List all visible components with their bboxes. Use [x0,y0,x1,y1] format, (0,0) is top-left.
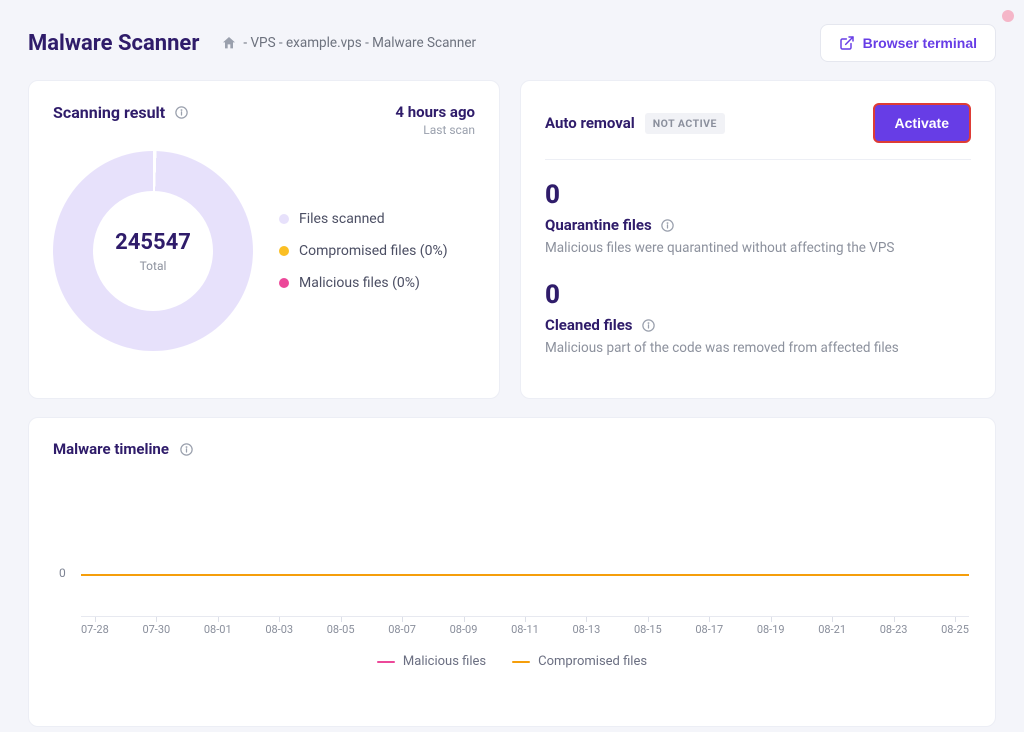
legend-scanned: Files scanned [279,211,448,227]
cleaned-desc: Malicious part of the code was removed f… [545,340,971,356]
x-tick: 07-30 [142,623,170,636]
info-icon[interactable] [179,441,195,457]
scanning-result-title: Scanning result [53,103,165,122]
legend-malicious-label: Malicious files (0%) [299,275,420,291]
x-tick: 08-17 [695,623,723,636]
scan-total-label: Total [140,259,167,273]
scan-donut-chart: 245547 Total [53,151,253,351]
quarantine-desc: Malicious files were quarantined without… [545,240,971,256]
external-link-icon [839,35,855,51]
scanning-result-card: Scanning result 4 hours ago Last scan 24… [28,80,500,399]
timeline-title: Malware timeline [53,440,169,458]
chart-legend-malicious-label: Malicious files [403,654,486,669]
x-tick: 08-25 [941,623,969,636]
last-scan-ago: 4 hours ago [395,103,475,121]
x-axis: 07-28 07-30 08-01 08-03 08-05 08-07 08-09 08-11… [81,616,969,636]
info-icon[interactable] [173,105,189,121]
timeline-chart: 0 07-28 07-30 08-01 08-03 08-05 08-07 08-09 08-… [53,516,971,636]
timeline-card: Malware timeline 0 07-2807-3008-0108-030… [28,417,996,727]
auto-removal-title: Auto removal [545,114,635,132]
last-scan-time: 4 hours ago Last scan [395,103,475,137]
legend-scanned-label: Files scanned [299,211,385,227]
quarantine-title: Quarantine files [545,216,652,234]
x-tick: 08-23 [880,623,908,636]
browser-terminal-button[interactable]: Browser terminal [820,24,996,62]
x-tick: 08-15 [634,623,662,636]
info-icon[interactable] [660,217,676,233]
legend-malicious: Malicious files (0%) [279,275,448,291]
chart-series-line [81,574,969,576]
x-tick: 08-01 [204,623,232,636]
breadcrumb-text: - VPS - example.vps - Malware Scanner [243,35,476,51]
info-icon[interactable] [641,317,657,333]
x-tick: 08-11 [511,623,539,636]
dot-scanned-icon [279,214,289,224]
quarantine-block: 0 Quarantine files Malicious files were … [545,180,971,256]
cleaned-title: Cleaned files [545,316,633,334]
x-tick: 08-13 [573,623,601,636]
chart-legend-compromised: Compromised files [512,654,647,669]
dot-compromised-icon [279,246,289,256]
legend-compromised-label: Compromised files (0%) [299,243,448,259]
x-tick: 08-03 [265,623,293,636]
legend-compromised: Compromised files (0%) [279,243,448,259]
dash-compromised-icon [512,661,530,663]
status-dot-icon [1002,10,1014,22]
auto-removal-card: Auto removal NOT ACTIVE Activate 0 Quara… [520,80,996,399]
scan-total-value: 245547 [115,230,191,255]
y-tick-0: 0 [59,566,66,580]
x-tick: 08-19 [757,623,785,636]
chart-legend-malicious: Malicious files [377,654,486,669]
chart-legend-compromised-label: Compromised files [538,654,647,669]
quarantine-count: 0 [545,180,971,210]
page-title: Malware Scanner [28,31,199,56]
scan-legend: Files scanned Compromised files (0%) Mal… [279,211,448,291]
activate-button[interactable]: Activate [873,103,971,143]
cleaned-count: 0 [545,280,971,310]
x-tick: 08-21 [818,623,846,636]
cleaned-block: 0 Cleaned files Malicious part of the co… [545,280,971,356]
home-icon [221,35,237,51]
page-header: Malware Scanner - VPS - example.vps - Ma… [0,0,1024,80]
dash-malicious-icon [377,661,395,663]
dot-malicious-icon [279,278,289,288]
breadcrumb[interactable]: - VPS - example.vps - Malware Scanner [221,35,819,51]
x-tick: 07-28 [81,623,109,636]
x-tick: 08-09 [450,623,478,636]
status-badge: NOT ACTIVE [645,113,725,134]
last-scan-label: Last scan [395,123,475,137]
chart-legend: Malicious files Compromised files [53,654,971,669]
browser-terminal-label: Browser terminal [863,35,977,51]
x-tick: 08-05 [327,623,355,636]
x-tick: 08-07 [388,623,416,636]
